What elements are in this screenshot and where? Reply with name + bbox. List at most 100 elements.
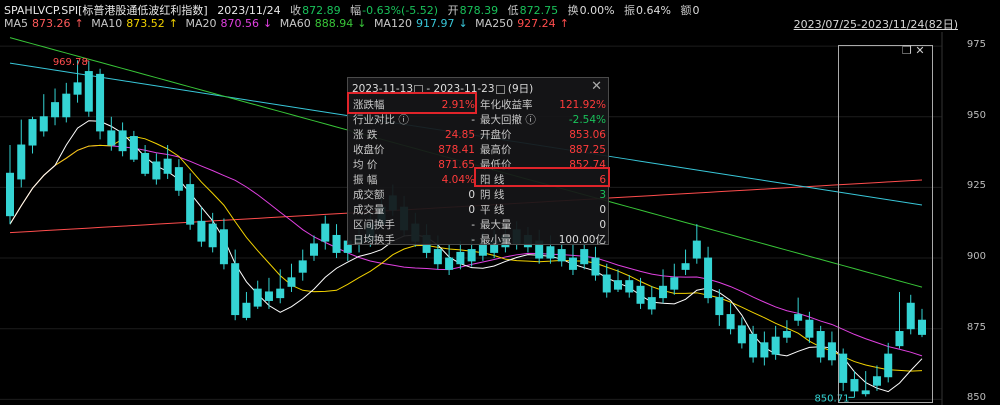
candle-body: [163, 158, 172, 174]
candle-body: [591, 257, 600, 276]
open-value: 878.39: [459, 4, 499, 17]
candle-body: [197, 220, 206, 242]
ma-legend: MA5 873.26 ↑ MA10 873.52 ↑ MA20 870.56 ↓ MA60 8…: [4, 17, 573, 31]
candle-body: [614, 280, 622, 290]
candle-body: [681, 263, 690, 270]
stat-value: 3: [599, 189, 606, 201]
candle-body: [298, 260, 307, 273]
stat-value: -2.54%: [568, 114, 606, 126]
candle-body: [242, 302, 251, 318]
candle-body: [332, 234, 341, 253]
candle-body: [760, 342, 769, 358]
candle-body: [445, 257, 454, 270]
ma5-label: MA5: [4, 17, 29, 30]
candle-body: [827, 342, 836, 361]
ma20-label: MA20: [185, 17, 217, 30]
stat-label: 最大回撤 ⓘ: [480, 114, 536, 126]
stat-row: 区间换手 - 最大量 0: [353, 218, 606, 232]
highlight-change: [347, 92, 477, 114]
candle-body: [782, 331, 791, 338]
stat-label: 行业对比 ⓘ: [353, 114, 409, 126]
candle-body: [73, 82, 82, 95]
candle-body: [771, 336, 780, 355]
selection-box[interactable]: [838, 45, 933, 403]
candle-body: [715, 297, 724, 316]
stat-label: 区间换手: [353, 219, 395, 231]
candle-body: [467, 249, 476, 262]
candle-body: [636, 285, 645, 304]
stat-row: 日均换手 - 最小量 100.00亿: [353, 233, 606, 247]
price-tick: 975: [966, 39, 986, 51]
low-value: 872.75: [519, 4, 559, 17]
candle-body: [84, 71, 93, 112]
stat-value: 121.92%: [559, 99, 606, 111]
calendar-icon[interactable]: [495, 84, 505, 94]
stat-label: 均 价: [353, 159, 378, 171]
day-count: (9日): [507, 83, 534, 95]
panel-close-icon[interactable]: ✕: [591, 79, 602, 94]
ma120-value: 917.97: [415, 17, 455, 30]
turnover-label: 换: [567, 4, 579, 17]
stat-value: 0: [599, 219, 606, 231]
pct-value: -0.63%(-5.52): [362, 4, 439, 17]
amplitude-value: 0.64%: [636, 4, 671, 17]
quote-header: SPAHLVCP.SPI[标普港股通低波红利指数] 2023/11/24 收87…: [4, 2, 705, 17]
candle-body: [28, 119, 37, 146]
stat-label: 最大量: [480, 219, 512, 231]
price-tick: 875: [966, 321, 986, 333]
stat-row: 成交量 0 平 线 0: [353, 203, 606, 217]
candle-body: [62, 93, 71, 118]
candle-body: [625, 280, 634, 293]
stat-label: 平 线: [480, 204, 505, 216]
stat-value: -: [471, 234, 475, 246]
date-range[interactable]: 2023/07/25-2023/11/24(82日): [794, 16, 958, 32]
maximize-icon[interactable]: ❐: [902, 44, 912, 57]
ma60-arrow: ↓: [357, 17, 367, 30]
stat-label: 开盘价: [480, 129, 512, 141]
stat-row: 收盘价 878.41 最高价 887.25: [353, 143, 606, 157]
selection-controls: ❐ ✕: [902, 44, 925, 57]
amount-value: 0: [692, 4, 700, 17]
ma10-arrow: ↑: [168, 17, 178, 30]
stat-value: 871.65: [438, 159, 475, 171]
candle-body: [546, 246, 555, 259]
candle-body: [152, 161, 161, 180]
candle-body: [253, 288, 262, 307]
ma60-label: MA60: [279, 17, 311, 30]
pct-label: 幅: [350, 4, 362, 17]
candle-body: [602, 274, 611, 293]
ma20-value: 870.56: [220, 17, 259, 30]
price-tick: 900: [966, 251, 986, 263]
candle-body: [231, 263, 240, 316]
stat-value: 0: [599, 204, 606, 216]
ma10-label: MA10: [91, 17, 123, 30]
price-tick: 950: [966, 109, 986, 121]
stat-label: 最小量: [480, 234, 512, 246]
stat-value: 0: [468, 204, 475, 216]
amount-label: 额: [680, 4, 692, 17]
candle-body: [310, 243, 318, 256]
symbol-name[interactable]: SPAHLVCP.SPI[标普港股通低波红利指数]: [4, 4, 208, 17]
candle-body: [580, 249, 589, 265]
candle-body: [659, 285, 668, 299]
ma120-label: MA120: [373, 17, 412, 30]
stat-label: 涨 跌: [353, 129, 378, 141]
candle-body: [287, 277, 296, 287]
stat-value: 853.06: [569, 129, 606, 141]
stat-row: 涨 跌 24.85 开盘价 853.06: [353, 128, 606, 142]
stat-label: 日均换手: [353, 234, 395, 246]
high-label: 969.78: [53, 57, 88, 68]
candle-body: [692, 240, 701, 259]
candle-body: [557, 249, 566, 262]
ma120-arrow: ↓: [458, 17, 468, 30]
candle-body: [670, 277, 679, 290]
stat-row: 行业对比 ⓘ - 最大回撤 ⓘ -2.54%: [353, 113, 606, 127]
price-tick: 925: [966, 180, 986, 192]
candle-body: [51, 102, 60, 118]
stat-value: 100.00亿: [558, 234, 606, 246]
close-selection-icon[interactable]: ✕: [915, 44, 924, 57]
stat-label: 阴 线: [480, 189, 505, 201]
candle-body: [264, 291, 273, 301]
ma5-arrow: ↑: [74, 17, 84, 30]
candle-body: [96, 73, 105, 132]
